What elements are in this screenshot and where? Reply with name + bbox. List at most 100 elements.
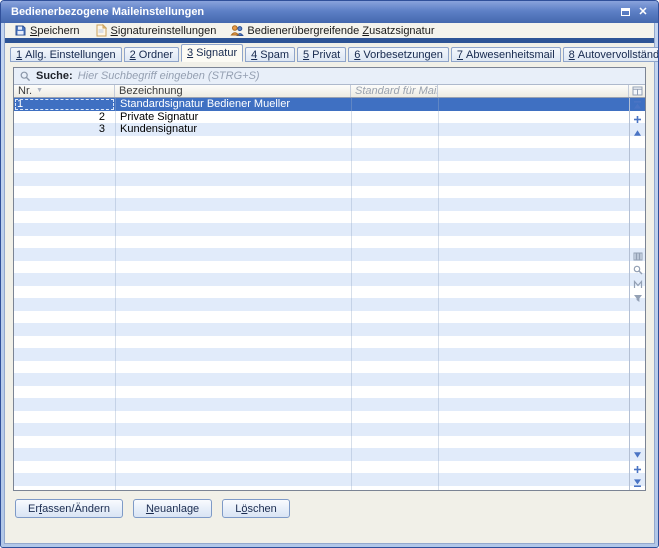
bookmark-icon[interactable] [632,279,643,289]
plus-icon[interactable] [632,464,643,474]
table-row[interactable]: 2 Private Signatur [14,111,645,124]
empty-row[interactable] [14,461,645,474]
window-title: Bedienerbezogene Maileinstellungen [11,6,616,18]
toolbar-button[interactable]: Bedienerübergreifende Zusatzsignatur [230,24,434,37]
empty-row[interactable] [14,136,645,149]
cell-standard [351,261,438,274]
restore-icon [621,8,630,16]
table-row[interactable]: 1 Standardsignatur Bediener Mueller [14,98,645,111]
empty-row[interactable] [14,261,645,274]
cell-bezeichnung: Kundensignatur [115,123,351,136]
content-area: Suche: Nr. ▼ Bezeichnung [5,62,654,543]
tab-vorbesetzungen[interactable]: 6 Vorbesetzungen [348,47,449,62]
empty-row[interactable] [14,223,645,236]
jump-last-icon[interactable] [632,478,643,488]
empty-row[interactable] [14,248,645,261]
empty-row[interactable] [14,173,645,186]
jump-first-icon[interactable] [632,100,643,110]
tab-privat[interactable]: 5 Privat [297,47,346,62]
search-bar: Suche: [14,68,645,85]
column-header-bezeichnung[interactable]: Bezeichnung [115,85,351,97]
empty-row[interactable] [14,373,645,386]
cell-standard [351,336,438,349]
cell-standard [351,248,438,261]
up-icon[interactable] [632,128,643,138]
cell-filler [438,148,645,161]
table-row[interactable]: 3 Kundensignatur [14,123,645,136]
cell-bezeichnung [115,336,351,349]
cell-standard [351,386,438,399]
empty-row[interactable] [14,236,645,249]
cell-filler [438,173,645,186]
toolbar-button[interactable]: Speichern [13,24,80,37]
action-button-bar: Erfassen/Ändern Neuanlage Löschen [13,491,646,543]
cell-nr [14,273,115,286]
cell-nr [14,248,115,261]
empty-row[interactable] [14,348,645,361]
cell-filler [438,473,645,486]
search-input[interactable] [78,70,641,82]
empty-row[interactable] [14,386,645,399]
down-icon[interactable] [632,450,643,460]
cell-bezeichnung [115,473,351,486]
cell-bezeichnung [115,448,351,461]
tab-signatur[interactable]: 3 Signatur [181,44,243,62]
columns-icon[interactable] [632,251,643,261]
tab-abwesenheitsmail[interactable]: 7 Abwesenheitsmail [451,47,561,62]
cell-standard [351,323,438,336]
empty-row[interactable] [14,311,645,324]
empty-row[interactable] [14,473,645,486]
toolbar-button[interactable]: Signatureinstellungen [94,24,217,37]
empty-row[interactable] [14,411,645,424]
column-chooser-cell[interactable] [629,85,645,97]
tab-autovervollst-ndigung[interactable]: 8 Autovervollständigung [563,47,659,62]
empty-row[interactable] [14,423,645,436]
empty-row[interactable] [14,198,645,211]
cell-bezeichnung [115,486,351,491]
empty-row[interactable] [14,486,645,491]
cell-nr [14,436,115,449]
cell-nr [14,398,115,411]
cell-standard [351,273,438,286]
column-header-nr[interactable]: Nr. ▼ [14,85,115,97]
zoom-icon[interactable] [632,265,643,275]
cell-filler [438,286,645,299]
empty-row[interactable] [14,336,645,349]
cell-filler [438,98,645,111]
empty-row[interactable] [14,298,645,311]
cell-bezeichnung: Standardsignatur Bediener Mueller [115,98,351,111]
tab-spam[interactable]: 4 Spam [245,47,295,62]
column-header-standard[interactable]: Standard für Mailkonto [351,85,438,97]
empty-row[interactable] [14,436,645,449]
löschen-button[interactable]: Löschen [222,499,290,518]
grid-scrollbar [629,98,645,490]
cell-standard [351,486,438,491]
tab-allg-einstellungen[interactable]: 1 Allg. Einstellungen [10,47,122,62]
cell-filler [438,448,645,461]
neuanlage-button[interactable]: Neuanlage [133,499,212,518]
empty-row[interactable] [14,398,645,411]
empty-row[interactable] [14,148,645,161]
empty-row[interactable] [14,273,645,286]
cell-filler [438,198,645,211]
table-rows: 1 Standardsignatur Bediener Mueller 2 Pr… [14,98,645,490]
empty-row[interactable] [14,186,645,199]
empty-row[interactable] [14,361,645,374]
empty-row[interactable] [14,448,645,461]
tab-ordner[interactable]: 2 Ordner [124,47,179,62]
erfassen-ändern-button[interactable]: Erfassen/Ändern [15,499,123,518]
plus-icon[interactable] [632,114,643,124]
empty-row[interactable] [14,323,645,336]
cell-bezeichnung [115,248,351,261]
cell-nr [14,423,115,436]
cell-bezeichnung [115,423,351,436]
filter-icon[interactable] [632,293,643,303]
cell-filler [438,386,645,399]
empty-row[interactable] [14,211,645,224]
cell-nr [14,211,115,224]
cell-bezeichnung [115,223,351,236]
close-button[interactable]: ✕ [634,5,652,20]
restore-button[interactable] [616,5,634,20]
empty-row[interactable] [14,286,645,299]
empty-row[interactable] [14,161,645,174]
